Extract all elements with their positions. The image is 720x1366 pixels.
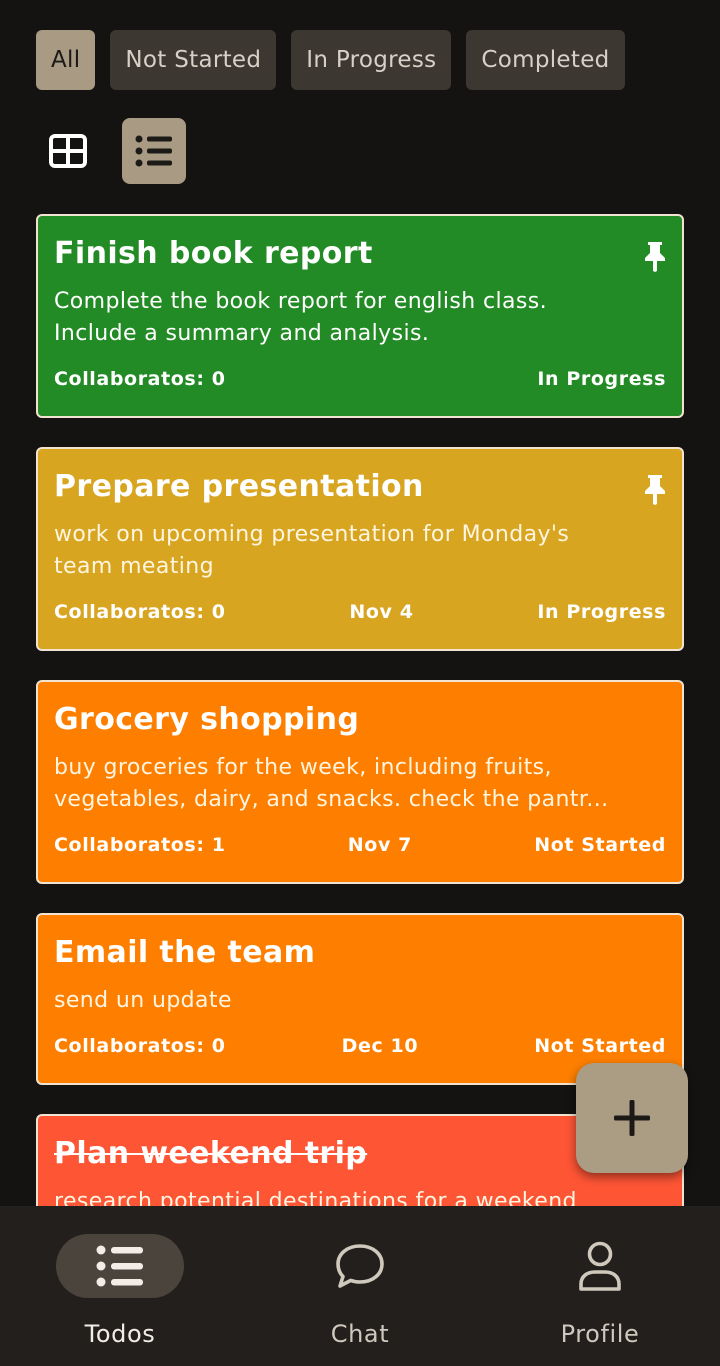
list-icon	[135, 135, 172, 167]
todo-card[interactable]: Grocery shopping buy groceries for the w…	[36, 680, 684, 884]
nav-label-todos: Todos	[84, 1320, 156, 1348]
todo-description-line: work on upcoming presentation for Monday…	[54, 522, 570, 547]
todo-title: Prepare presentation	[54, 469, 424, 504]
chat-bubble-icon	[336, 1244, 384, 1288]
todo-description-line: vegetables, dairy, and snacks. check the…	[54, 787, 609, 812]
todo-due-date: Dec 10	[341, 1035, 419, 1057]
todo-card[interactable]: Finish book report Complete the book rep…	[36, 214, 684, 418]
pin-icon[interactable]	[642, 240, 668, 272]
todo-title: Email the team	[54, 935, 316, 970]
nav-item-chat[interactable]: Chat	[240, 1206, 480, 1366]
filter-chip-in-progress[interactable]: In Progress	[291, 30, 452, 90]
grid-view-button[interactable]	[36, 118, 100, 184]
plus-icon	[614, 1100, 650, 1136]
todo-status: In Progress	[537, 601, 666, 623]
todo-meta: Collaboratos: 0 Nov 4 In Progress	[54, 601, 666, 623]
nav-pill	[56, 1234, 184, 1298]
nav-label-chat: Chat	[330, 1320, 390, 1348]
pin-icon[interactable]	[642, 473, 668, 505]
nav-pill	[536, 1234, 664, 1298]
todo-due-date: Nov 4	[349, 601, 414, 623]
todo-status: Not Started	[534, 834, 666, 856]
todo-status: Not Started	[534, 1035, 666, 1057]
person-icon	[579, 1241, 621, 1291]
todo-description: buy groceries for the week, including fr…	[54, 752, 666, 816]
filter-chip-not-started[interactable]: Not Started	[110, 30, 277, 90]
filter-chip-all[interactable]: All	[36, 30, 96, 90]
status-filter-bar: All Not Started In Progress Completed	[36, 30, 625, 90]
nav-item-todos[interactable]: Todos	[0, 1206, 240, 1366]
todo-description-line: research potential destinations for a we…	[54, 1189, 577, 1206]
collaborators-count: Collaboratos: 1	[54, 834, 226, 856]
todo-description: work on upcoming presentation for Monday…	[54, 519, 666, 583]
todo-status: In Progress	[537, 368, 666, 390]
todo-title: Grocery shopping	[54, 702, 360, 737]
todo-meta: Collaboratos: 0 Dec 10 Not Started	[54, 1035, 666, 1057]
todo-description-line: Include a summary and analysis.	[54, 321, 430, 346]
collaborators-count: Collaboratos: 0	[54, 601, 226, 623]
nav-pill	[296, 1234, 424, 1298]
list-view-button[interactable]	[122, 118, 186, 184]
collaborators-count: Collaboratos: 0	[54, 368, 226, 390]
list-icon	[96, 1245, 143, 1287]
todo-title: Finish book report	[54, 236, 373, 271]
todo-description-line: Complete the book report for english cla…	[54, 289, 548, 314]
filter-chip-completed[interactable]: Completed	[466, 30, 625, 90]
nav-label-profile: Profile	[560, 1320, 640, 1348]
bottom-navigation: Todos Chat Profile	[0, 1206, 720, 1366]
todo-list[interactable]: Finish book report Complete the book rep…	[36, 214, 684, 1206]
todo-meta: Collaboratos: 1 Nov 7 Not Started	[54, 834, 666, 856]
grid-icon	[49, 134, 87, 168]
todo-description-line: team meating	[54, 554, 214, 579]
todo-description-line: send un update	[54, 988, 232, 1013]
collaborators-count: Collaboratos: 0	[54, 1035, 226, 1057]
view-toggle	[36, 118, 186, 184]
todo-description: Complete the book report for english cla…	[54, 286, 666, 350]
todo-description: send un update	[54, 985, 666, 1017]
todo-card[interactable]: Email the team send un update Collaborat…	[36, 913, 684, 1085]
todo-due-date: Nov 7	[347, 834, 412, 856]
add-todo-button[interactable]	[576, 1063, 688, 1173]
todo-description: research potential destinations for a we…	[54, 1186, 666, 1206]
todo-description-line: buy groceries for the week, including fr…	[54, 755, 552, 780]
nav-item-profile[interactable]: Profile	[480, 1206, 720, 1366]
todo-meta: Collaboratos: 0 In Progress	[54, 368, 666, 390]
todo-card[interactable]: Prepare presentation work on upcoming pr…	[36, 447, 684, 651]
todo-title: Plan weekend trip	[54, 1136, 368, 1171]
